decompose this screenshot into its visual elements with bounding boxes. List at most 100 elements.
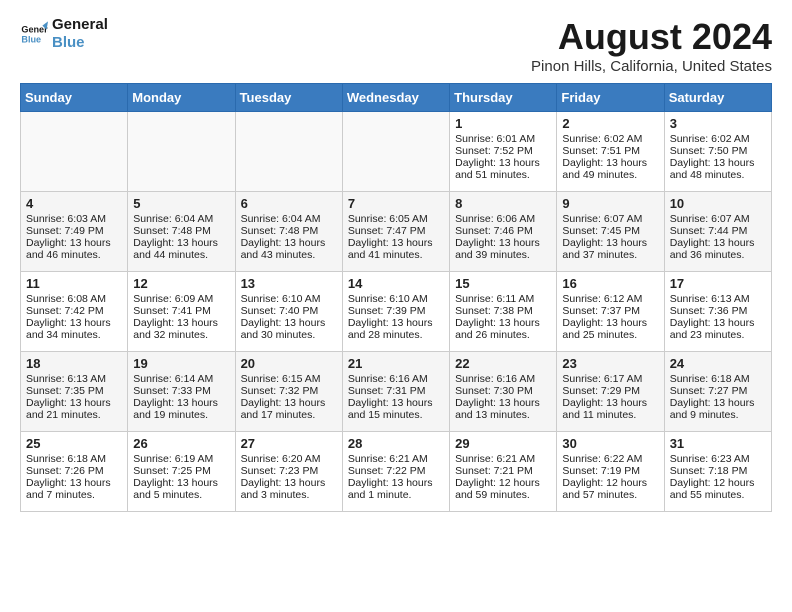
calendar-cell: 6 Sunrise: 6:04 AMSunset: 7:48 PMDaylight…: [235, 192, 342, 272]
day-info: Sunrise: 6:05 AM: [348, 213, 444, 225]
day-info: Sunset: 7:48 PM: [241, 225, 337, 237]
calendar-cell: 5Sunrise: 6:04 AMSunset: 7:48 PMDaylight…: [128, 192, 235, 272]
calendar-cell: 23Sunrise: 6:17 AMSunset: 7:29 PMDayligh…: [557, 352, 664, 432]
day-number: 6: [241, 196, 337, 211]
day-info: Sunrise: 6:22 AM: [562, 453, 658, 465]
calendar-cell: [342, 112, 449, 192]
day-info: Sunrise: 6:03 AM: [26, 213, 122, 225]
logo-blue: Blue: [52, 34, 108, 52]
day-info: Sunset: 7:40 PM: [241, 305, 337, 317]
column-header-sunday: Sunday: [21, 84, 128, 112]
day-info: Daylight: 13 hours and 49 minutes.: [562, 157, 658, 181]
calendar-cell: 4Sunrise: 6:03 AMSunset: 7:49 PMDaylight…: [21, 192, 128, 272]
calendar-cell: 25Sunrise: 6:18 AMSunset: 7:26 PMDayligh…: [21, 432, 128, 512]
day-number: 20: [241, 356, 337, 371]
day-info: Daylight: 13 hours and 11 minutes.: [562, 397, 658, 421]
calendar-cell: 24Sunrise: 6:18 AMSunset: 7:27 PMDayligh…: [664, 352, 771, 432]
day-info: Daylight: 13 hours and 46 minutes.: [26, 237, 122, 261]
column-header-thursday: Thursday: [450, 84, 557, 112]
day-number: 26: [133, 436, 229, 451]
day-info: Sunset: 7:41 PM: [133, 305, 229, 317]
day-info: Daylight: 13 hours and 36 minutes.: [670, 237, 766, 261]
day-info: Sunrise: 6:16 AM: [455, 373, 551, 385]
day-info: Daylight: 13 hours and 19 minutes.: [133, 397, 229, 421]
day-info: Sunrise: 6:01 AM: [455, 133, 551, 145]
day-number: 5: [133, 196, 229, 211]
day-info: Sunset: 7:25 PM: [133, 465, 229, 477]
page-header: General Blue General Blue August 2024 Pi…: [20, 16, 772, 75]
day-info: Sunrise: 6:06 AM: [455, 213, 551, 225]
day-info: Daylight: 13 hours and 41 minutes.: [348, 237, 444, 261]
month-year-title: August 2024: [531, 16, 772, 58]
day-info: Sunrise: 6:04 AM: [241, 213, 337, 225]
day-info: Daylight: 13 hours and 25 minutes.: [562, 317, 658, 341]
calendar-cell: 3Sunrise: 6:02 AMSunset: 7:50 PMDaylight…: [664, 112, 771, 192]
day-info: Daylight: 13 hours and 9 minutes.: [670, 397, 766, 421]
calendar-cell: 17Sunrise: 6:13 AMSunset: 7:36 PMDayligh…: [664, 272, 771, 352]
day-info: Sunset: 7:52 PM: [455, 145, 551, 157]
day-number: 30: [562, 436, 658, 451]
calendar-cell: 18Sunrise: 6:13 AMSunset: 7:35 PMDayligh…: [21, 352, 128, 432]
day-info: Daylight: 13 hours and 26 minutes.: [455, 317, 551, 341]
day-info: Sunrise: 6:13 AM: [670, 293, 766, 305]
calendar-cell: 9Sunrise: 6:07 AMSunset: 7:45 PMDaylight…: [557, 192, 664, 272]
day-number: 25: [26, 436, 122, 451]
title-block: August 2024 Pinon Hills, California, Uni…: [531, 16, 772, 75]
day-info: Sunset: 7:50 PM: [670, 145, 766, 157]
calendar-cell: 22 Sunrise: 6:16 AMSunset: 7:30 PMDayligh…: [450, 352, 557, 432]
day-info: Daylight: 13 hours and 13 minutes.: [455, 397, 551, 421]
calendar-week-row: 11Sunrise: 6:08 AMSunset: 7:42 PMDayligh…: [21, 272, 772, 352]
day-info: Sunrise: 6:08 AM: [26, 293, 122, 305]
day-info: Daylight: 13 hours and 48 minutes.: [670, 157, 766, 181]
day-info: Daylight: 13 hours and 28 minutes.: [348, 317, 444, 341]
day-info: Sunset: 7:18 PM: [670, 465, 766, 477]
day-number: 24: [670, 356, 766, 371]
day-number: 3: [670, 116, 766, 131]
day-info: Sunrise: 6:17 AM: [562, 373, 658, 385]
day-info: Sunrise: 6:15 AM: [241, 373, 337, 385]
day-info: Sunset: 7:35 PM: [26, 385, 122, 397]
day-info: Sunset: 7:33 PM: [133, 385, 229, 397]
day-info: Sunrise: 6:19 AM: [133, 453, 229, 465]
calendar-cell: 13Sunrise: 6:10 AMSunset: 7:40 PMDayligh…: [235, 272, 342, 352]
day-number: 22: [455, 356, 551, 371]
day-info: Sunset: 7:30 PM: [455, 385, 551, 397]
day-number: 16: [562, 276, 658, 291]
day-number: 10: [670, 196, 766, 211]
day-info: Daylight: 13 hours and 39 minutes.: [455, 237, 551, 261]
day-info: Sunset: 7:44 PM: [670, 225, 766, 237]
day-info: Daylight: 13 hours and 43 minutes.: [241, 237, 337, 261]
column-header-saturday: Saturday: [664, 84, 771, 112]
day-number: 12: [133, 276, 229, 291]
day-info: Sunrise: 6:13 AM: [26, 373, 122, 385]
day-info: Daylight: 13 hours and 30 minutes.: [241, 317, 337, 341]
calendar-week-row: 18Sunrise: 6:13 AMSunset: 7:35 PMDayligh…: [21, 352, 772, 432]
calendar-header-row: SundayMondayTuesdayWednesdayThursdayFrid…: [21, 84, 772, 112]
calendar-cell: 19Sunrise: 6:14 AMSunset: 7:33 PMDayligh…: [128, 352, 235, 432]
calendar-cell: 29Sunrise: 6:21 AMSunset: 7:21 PMDayligh…: [450, 432, 557, 512]
day-number: 19: [133, 356, 229, 371]
calendar-week-row: 1Sunrise: 6:01 AMSunset: 7:52 PMDaylight…: [21, 112, 772, 192]
day-info: Sunrise: 6:10 AM: [348, 293, 444, 305]
calendar-cell: 7Sunrise: 6:05 AMSunset: 7:47 PMDaylight…: [342, 192, 449, 272]
calendar-cell: 21Sunrise: 6:16 AMSunset: 7:31 PMDayligh…: [342, 352, 449, 432]
day-info: Sunset: 7:21 PM: [455, 465, 551, 477]
day-number: 9: [562, 196, 658, 211]
day-info: Sunset: 7:39 PM: [348, 305, 444, 317]
day-number: 27: [241, 436, 337, 451]
day-info: Sunrise: 6:09 AM: [133, 293, 229, 305]
day-info: Sunset: 7:27 PM: [670, 385, 766, 397]
day-number: 17: [670, 276, 766, 291]
calendar-cell: [21, 112, 128, 192]
logo-general: General: [52, 16, 108, 34]
calendar-cell: 11Sunrise: 6:08 AMSunset: 7:42 PMDayligh…: [21, 272, 128, 352]
calendar-cell: 30Sunrise: 6:22 AMSunset: 7:19 PMDayligh…: [557, 432, 664, 512]
day-info: Daylight: 13 hours and 21 minutes.: [26, 397, 122, 421]
day-info: Sunrise: 6:12 AM: [562, 293, 658, 305]
calendar-cell: 2Sunrise: 6:02 AMSunset: 7:51 PMDaylight…: [557, 112, 664, 192]
day-info: Sunset: 7:36 PM: [670, 305, 766, 317]
day-info: Daylight: 13 hours and 37 minutes.: [562, 237, 658, 261]
day-info: Daylight: 13 hours and 3 minutes.: [241, 477, 337, 501]
day-info: Sunset: 7:51 PM: [562, 145, 658, 157]
day-number: 4: [26, 196, 122, 211]
